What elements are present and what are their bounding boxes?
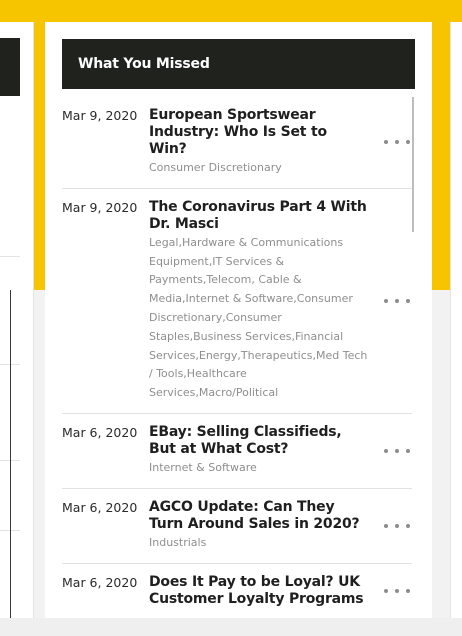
adjacent-panel-left [0, 22, 34, 618]
page-background [0, 618, 462, 636]
divider [0, 256, 20, 257]
list-item[interactable]: Mar 6, 2020 Does It Pay to be Loyal? UK … [62, 564, 412, 618]
list-item[interactable]: Mar 9, 2020 The Coronavirus Part 4 With … [62, 189, 412, 414]
item-date: Mar 9, 2020 [62, 199, 138, 215]
item-category: Internet & Software [149, 460, 257, 474]
item-date: Mar 9, 2020 [62, 108, 138, 123]
list-item[interactable]: Mar 9, 2020 European Sportswear Industry… [62, 97, 412, 189]
more-options-icon[interactable] [384, 584, 410, 598]
window-edge [10, 290, 11, 636]
adjacent-panel-right [450, 22, 462, 618]
what-you-missed-widget: What You Missed Mar 9, 2020 European Spo… [45, 22, 432, 618]
more-options-icon[interactable] [384, 294, 410, 308]
item-category: Legal,Hardware & Communications Equipmen… [149, 235, 368, 400]
item-title-link[interactable]: EBay: Selling Classifieds, But at What C… [149, 424, 369, 458]
item-category: Industrials [149, 535, 207, 549]
more-options-icon[interactable] [384, 519, 410, 533]
item-title-link[interactable]: The Coronavirus Part 4 With Dr. Masci [149, 199, 369, 233]
item-date: Mar 6, 2020 [62, 499, 138, 515]
list-item[interactable]: Mar 6, 2020 EBay: Selling Classifieds, B… [62, 414, 412, 489]
widget-header: What You Missed [62, 39, 415, 89]
item-date: Mar 6, 2020 [62, 424, 138, 440]
item-title-link[interactable]: AGCO Update: Can They Turn Around Sales … [149, 499, 369, 533]
item-date: Mar 6, 2020 [62, 574, 138, 590]
more-options-icon[interactable] [384, 444, 410, 458]
list-item[interactable]: Mar 6, 2020 AGCO Update: Can They Turn A… [62, 489, 412, 564]
widget-title: What You Missed [78, 56, 210, 72]
more-options-icon[interactable] [384, 135, 410, 149]
article-list: Mar 9, 2020 European Sportswear Industry… [62, 97, 412, 618]
item-category: Consumer Discretionary [149, 161, 282, 174]
scrollbar-thumb[interactable] [412, 97, 414, 232]
adjacent-panel-header [0, 38, 20, 96]
item-title-link[interactable]: Does It Pay to be Loyal? UK Customer Loy… [149, 574, 369, 608]
item-title-link[interactable]: European Sportswear Industry: Who Is Set… [149, 107, 369, 158]
